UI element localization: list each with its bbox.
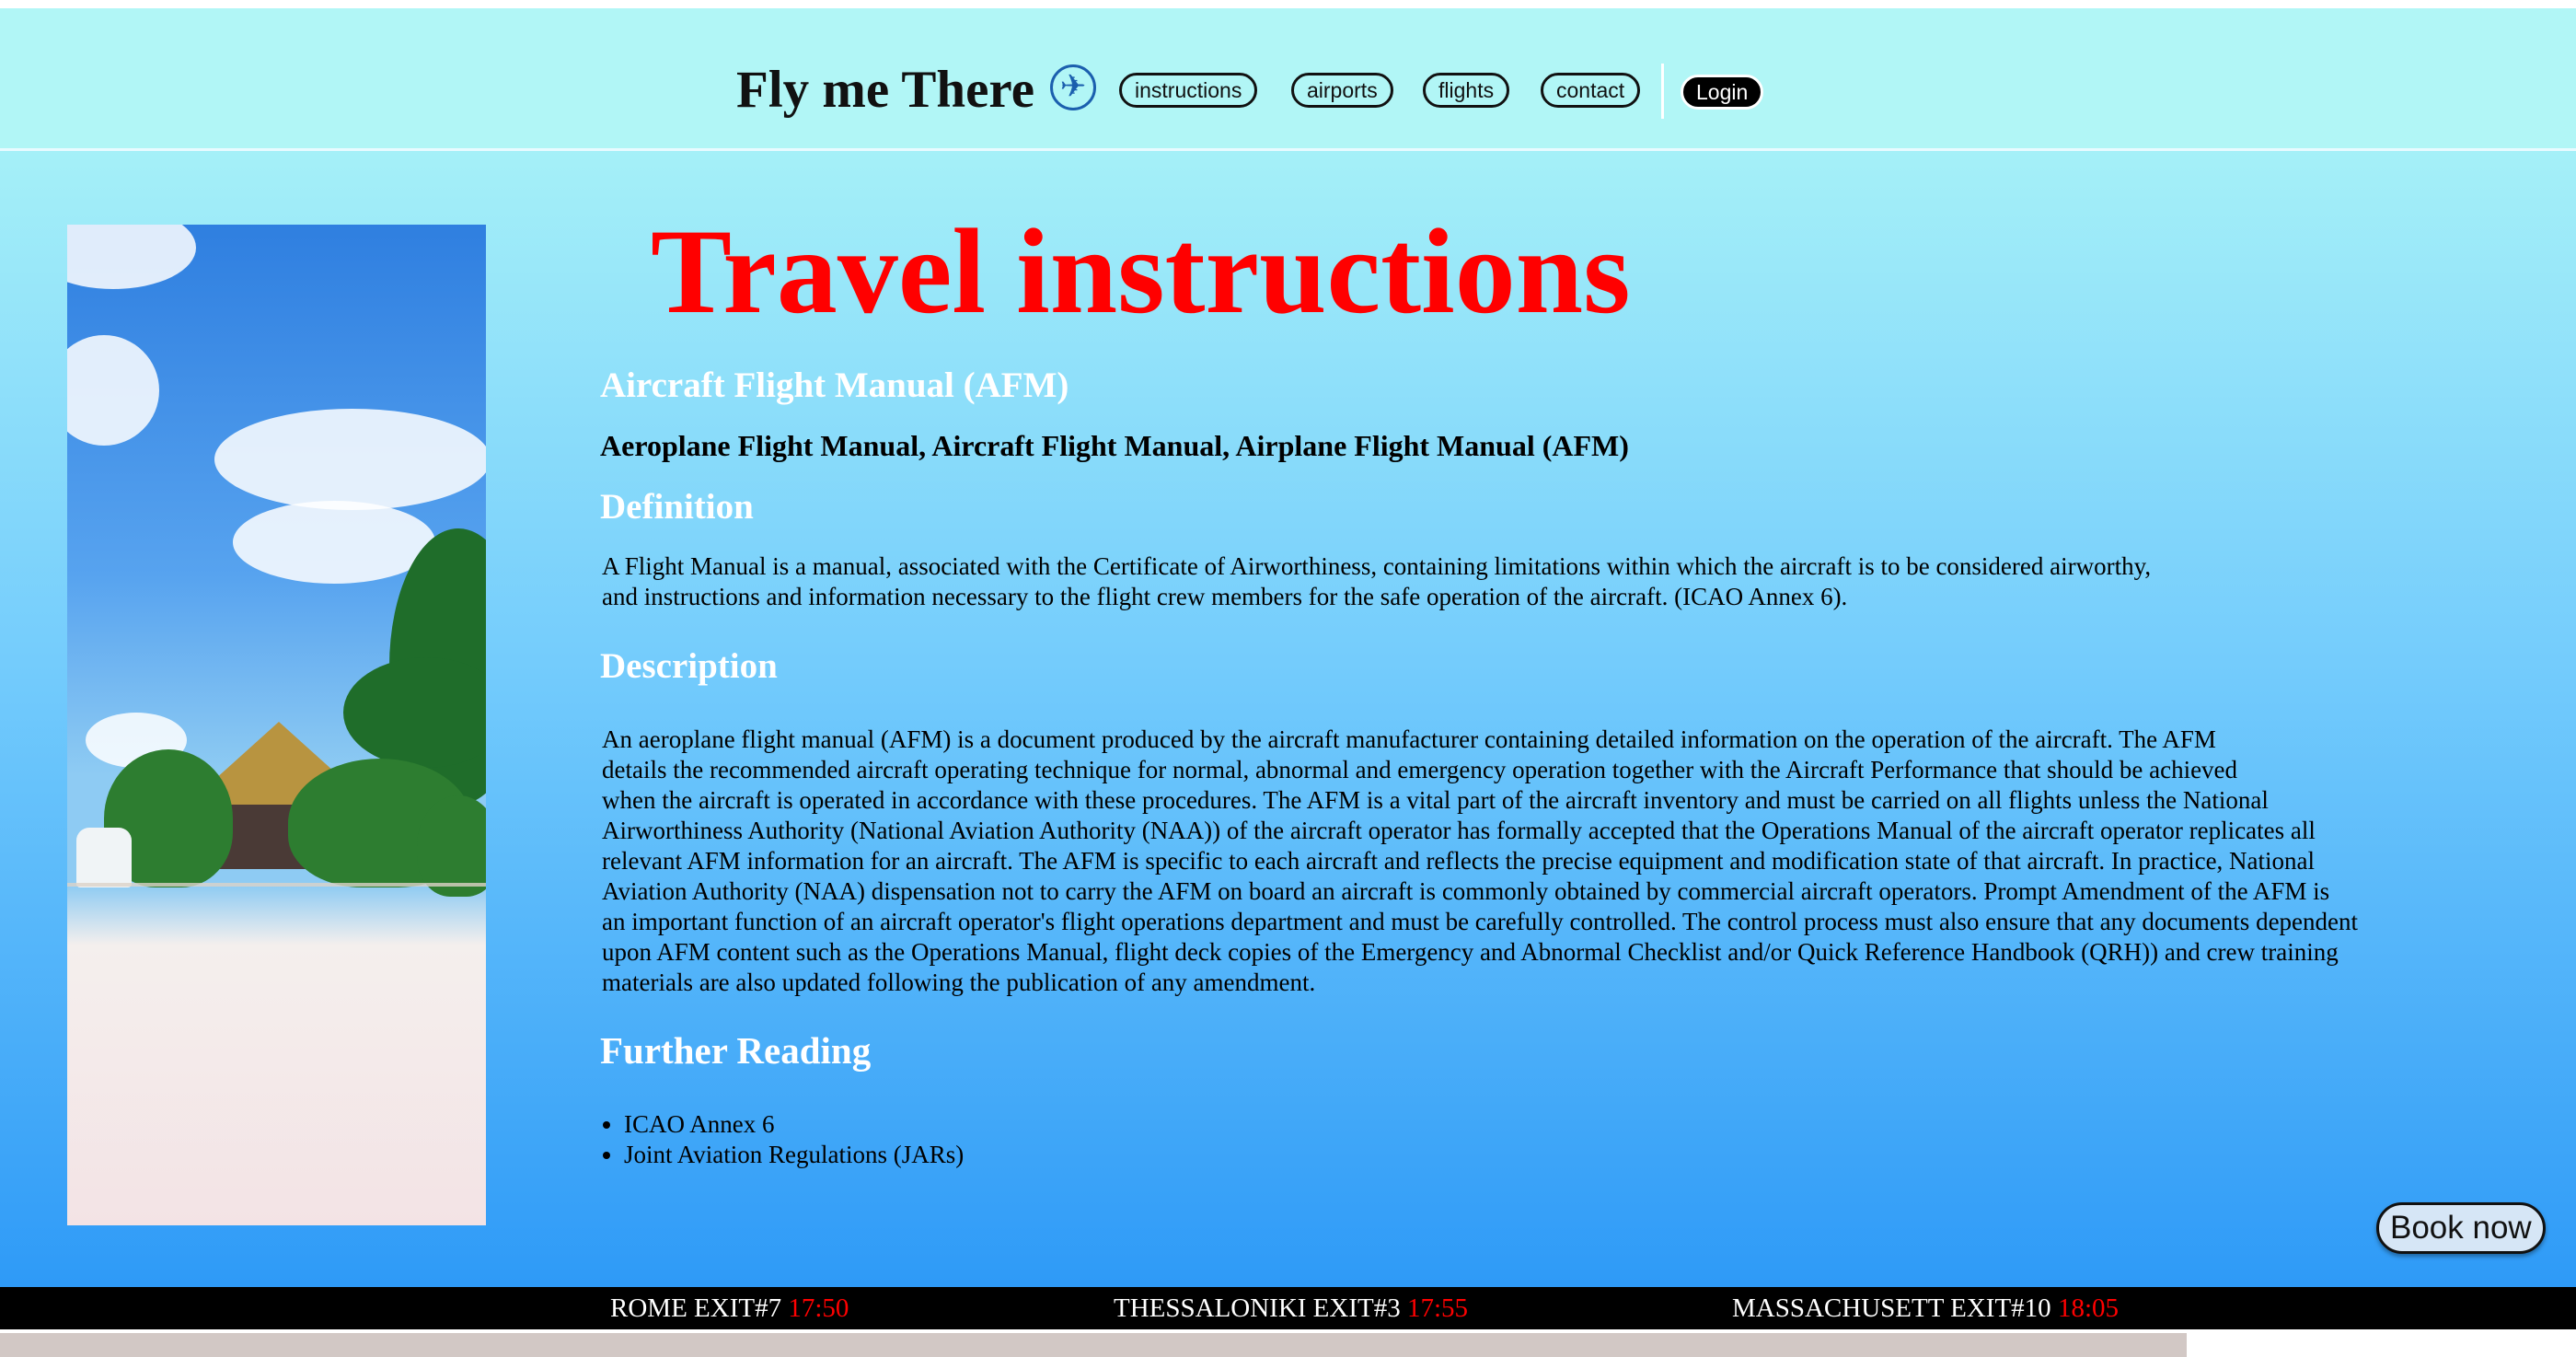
nav-flights[interactable]: flights — [1423, 73, 1510, 108]
description-line: upon AFM content such as the Operations … — [602, 938, 2339, 966]
ticker-item: ROME EXIT#7 17:50 — [610, 1287, 849, 1329]
horizontal-scrollbar[interactable] — [0, 1333, 2187, 1357]
login-button[interactable]: Login — [1681, 75, 1764, 110]
nav-contact[interactable]: contact — [1541, 73, 1641, 108]
ticker-label: ROME EXIT#7 — [610, 1293, 782, 1323]
ticker-label: THESSALONIKI EXIT#3 — [1114, 1293, 1401, 1323]
page-title: Travel instructions — [651, 203, 1631, 339]
definition-line: and instructions and information necessa… — [602, 583, 1848, 610]
description-heading: Description — [600, 646, 778, 686]
description-line: Aviation Authority (NAA) dispensation no… — [602, 877, 2330, 905]
description-text: An aeroplane flight manual (AFM) is a do… — [602, 725, 2358, 998]
departures-ticker: ROME EXIT#7 17:50 THESSALONIKI EXIT#3 17… — [0, 1287, 2576, 1329]
airplane-icon: ✈ — [1050, 64, 1096, 110]
ticker-item: THESSALONIKI EXIT#3 17:55 — [1114, 1287, 1468, 1329]
list-item: ICAO Annex 6 — [624, 1109, 964, 1140]
nav-divider — [1661, 64, 1664, 119]
beach-photo — [67, 225, 486, 1225]
description-line: An aeroplane flight manual (AFM) is a do… — [602, 725, 2216, 753]
definition-line: A Flight Manual is a manual, associated … — [602, 552, 2152, 580]
description-line: details the recommended aircraft operati… — [602, 756, 2238, 783]
further-reading-heading: Further Reading — [600, 1029, 872, 1072]
brand-logo-text[interactable]: Fly me There — [736, 54, 1034, 126]
header-bar: Fly me There ✈ instructions airports fli… — [0, 8, 2576, 151]
ticker-time: 17:50 — [788, 1293, 849, 1323]
section-title: Aircraft Flight Manual (AFM) — [600, 365, 1069, 405]
list-item: Joint Aviation Regulations (JARs) — [624, 1140, 964, 1170]
description-line: an important function of an aircraft ope… — [602, 908, 2359, 935]
definition-heading: Definition — [600, 487, 754, 527]
ticker-time: 18:05 — [2057, 1293, 2119, 1323]
section-subtitle: Aeroplane Flight Manual, Aircraft Flight… — [600, 429, 1629, 462]
ticker-time: 17:55 — [1406, 1293, 1469, 1323]
description-line: materials are also updated following the… — [602, 968, 1316, 996]
description-line: relevant AFM information for an aircraft… — [602, 847, 2316, 875]
description-line: when the aircraft is operated in accorda… — [602, 786, 2269, 814]
nav-airports[interactable]: airports — [1291, 73, 1393, 108]
book-now-button[interactable]: Book now — [2376, 1202, 2546, 1254]
further-reading-list: ICAO Annex 6 Joint Aviation Regulations … — [602, 1109, 964, 1170]
nav-instructions[interactable]: instructions — [1119, 73, 1258, 108]
description-line: Airworthiness Authority (National Aviati… — [602, 817, 2316, 844]
ticker-item: MASSACHUSETT EXIT#10 18:05 — [1732, 1287, 2119, 1329]
ticker-label: MASSACHUSETT EXIT#10 — [1732, 1293, 2051, 1323]
definition-text: A Flight Manual is a manual, associated … — [602, 551, 2151, 612]
